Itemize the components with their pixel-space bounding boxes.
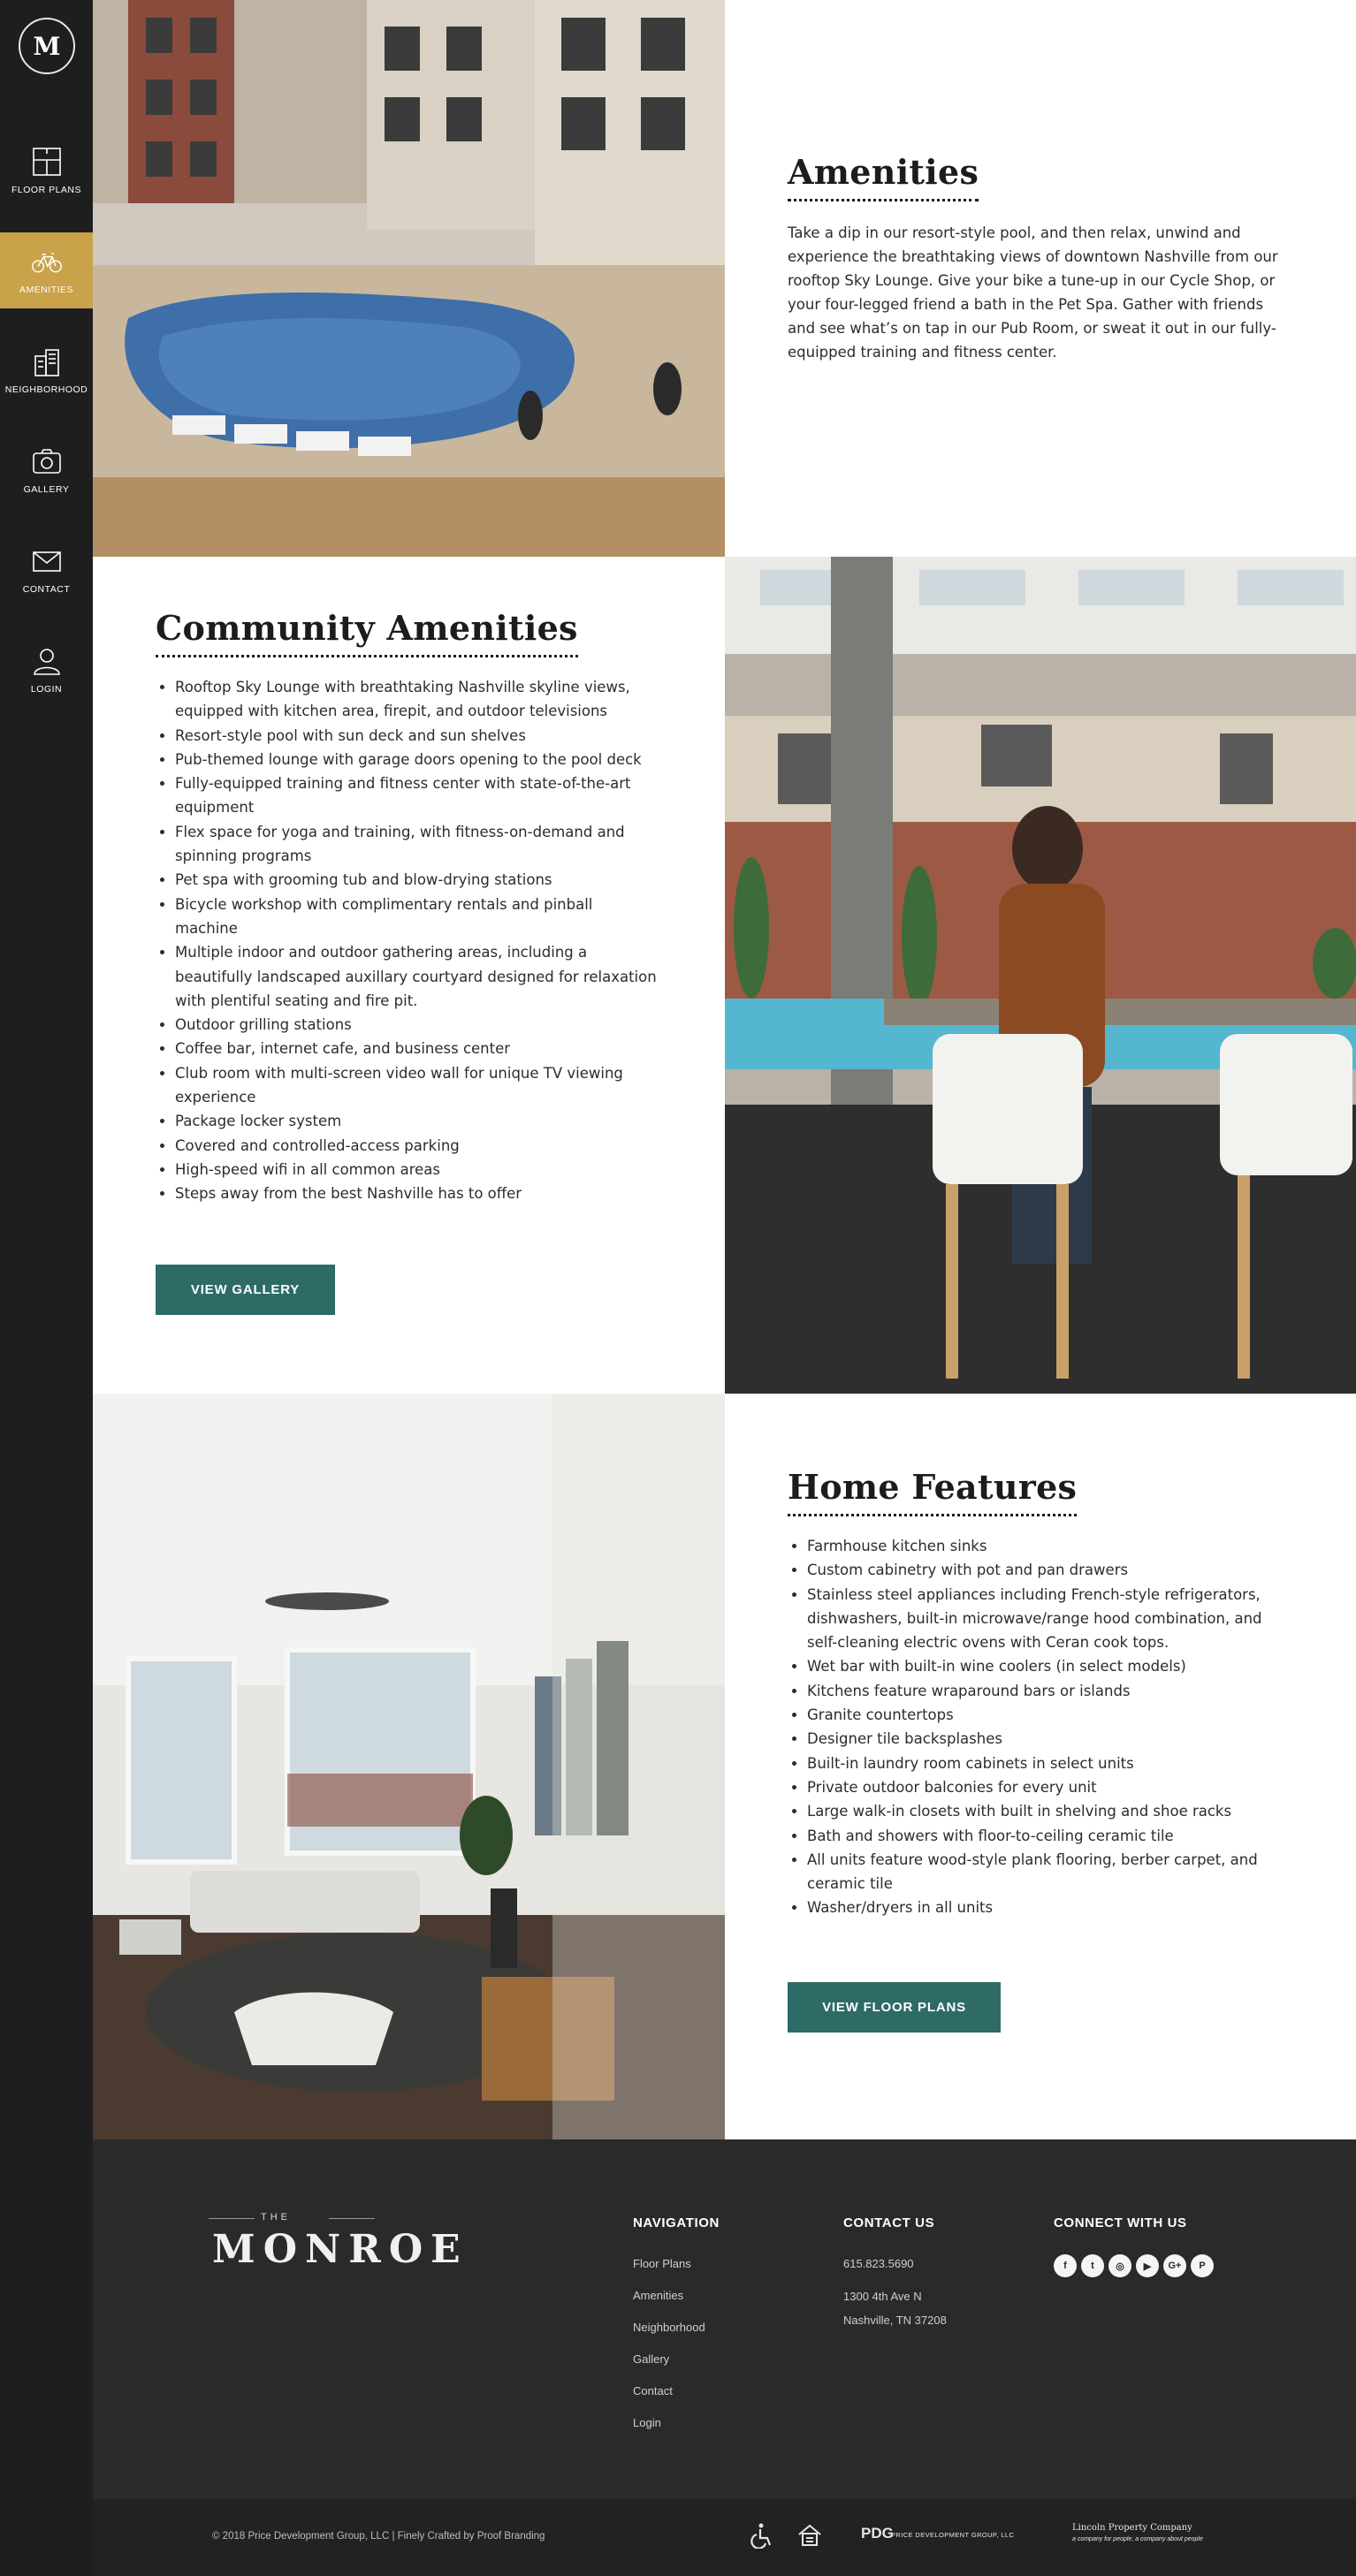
list-item: Granite countertops	[807, 1703, 1283, 1727]
amenities-heading: Amenities	[788, 152, 979, 201]
youtube-icon[interactable]: ▶	[1136, 2254, 1159, 2277]
list-item: Pub-themed lounge with garage doors open…	[175, 748, 659, 771]
navigation-heading: NAVIGATION	[633, 2215, 720, 2230]
list-item: Covered and controlled-access parking	[175, 1134, 659, 1158]
list-item: Washer/dryers in all units	[807, 1896, 1283, 1919]
logo-letter: M	[33, 31, 61, 61]
sidebar-item-label: GALLERY	[23, 484, 70, 495]
sidebar-item-label: NEIGHBORHOOD	[4, 384, 88, 395]
list-item: Wet bar with built-in wine coolers (in s…	[807, 1654, 1283, 1678]
address-line-1: 1300 4th Ave N	[843, 2290, 922, 2303]
brand-divider	[209, 2218, 255, 2219]
community-amenities-list: Rooftop Sky Lounge with breathtaking Nas…	[156, 675, 659, 1206]
list-item: Private outdoor balconies for every unit	[807, 1775, 1283, 1799]
sidebar-item-label: CONTACT	[22, 584, 71, 595]
sidebar-item-gallery[interactable]: GALLERY	[0, 432, 93, 508]
footer-logo[interactable]: MONROE	[212, 2227, 469, 2272]
bicycle-icon	[31, 253, 62, 273]
instagram-icon[interactable]: ◎	[1108, 2254, 1131, 2277]
phone-link[interactable]: 615.823.5690	[843, 2257, 914, 2270]
copyright-text: © 2018 Price Development Group, LLC | Fi…	[212, 2531, 545, 2542]
living-room-photo	[93, 1394, 725, 2139]
buildings-icon	[34, 349, 59, 376]
connect-heading: CONNECT WITH US	[1054, 2215, 1187, 2230]
list-item: Kitchens feature wraparound bars or isla…	[807, 1679, 1283, 1703]
community-amenities-heading: Community Amenities	[156, 608, 578, 657]
view-floor-plans-button[interactable]: VIEW FLOOR PLANS	[788, 1982, 1001, 2033]
accessibility-icon	[750, 2523, 772, 2549]
sidebar-item-label: FLOOR PLANS	[11, 185, 82, 195]
sidebar-item-label: LOGIN	[30, 684, 63, 695]
facebook-icon[interactable]: f	[1054, 2254, 1077, 2277]
list-item: Farmhouse kitchen sinks	[807, 1534, 1283, 1558]
amenities-description: Take a dip in our resort-style pool, and…	[788, 224, 1278, 361]
footer-link-neighborhood[interactable]: Neighborhood	[633, 2321, 705, 2334]
sidebar-item-login[interactable]: LOGIN	[0, 632, 93, 708]
address-line-2: Nashville, TN 37208	[843, 2314, 947, 2327]
pinterest-icon[interactable]: P	[1191, 2254, 1214, 2277]
sidebar-item-contact[interactable]: CONTACT	[0, 532, 93, 608]
community-amenities-section: Community Amenities Rooftop Sky Lounge w…	[156, 608, 659, 1206]
lincoln-tagline: a company for people, a company about pe…	[1072, 2536, 1203, 2542]
list-item: Designer tile backsplashes	[807, 1727, 1283, 1751]
lincoln-logo: Lincoln Property Company	[1072, 2523, 1192, 2533]
list-item: Steps away from the best Nashville has t…	[175, 1182, 659, 1205]
list-item: Large walk-in closets with built in shel…	[807, 1799, 1283, 1823]
envelope-icon	[32, 551, 61, 572]
amenities-section: Amenities Take a dip in our resort-style…	[788, 152, 1283, 364]
list-item: Outdoor grilling stations	[175, 1013, 659, 1037]
pdg-name: PRICE DEVELOPMENT GROUP, LLC	[891, 2531, 1015, 2539]
home-features-section: Home Features Farmhouse kitchen sinks Cu…	[788, 1467, 1283, 1920]
twitter-icon[interactable]: t	[1081, 2254, 1104, 2277]
list-item: Fully-equipped training and fitness cent…	[175, 771, 659, 820]
list-item: Multiple indoor and outdoor gathering ar…	[175, 940, 659, 1013]
lounge-photo	[725, 557, 1356, 1394]
floorplan-icon	[32, 148, 61, 176]
contact-heading: CONTACT US	[843, 2215, 935, 2230]
sidebar-item-amenities[interactable]: AMENITIES	[0, 232, 93, 308]
footer-link-contact[interactable]: Contact	[633, 2384, 673, 2397]
sidebar-item-label: AMENITIES	[19, 285, 74, 295]
google-plus-icon[interactable]: G+	[1163, 2254, 1186, 2277]
list-item: Rooftop Sky Lounge with breathtaking Nas…	[175, 675, 659, 724]
brand-divider	[329, 2218, 375, 2219]
brand-the: THE	[261, 2212, 291, 2223]
sidebar-item-floor-plans[interactable]: FLOOR PLANS	[0, 133, 93, 209]
pool-photo	[93, 0, 725, 557]
list-item: Built-in laundry room cabinets in select…	[807, 1752, 1283, 1775]
list-item: Stainless steel appliances including Fre…	[807, 1583, 1283, 1655]
user-icon	[33, 649, 60, 675]
view-gallery-button[interactable]: VIEW GALLERY	[156, 1265, 335, 1315]
camera-icon	[32, 449, 61, 474]
footer-link-amenities[interactable]: Amenities	[633, 2289, 683, 2302]
list-item: High-speed wifi in all common areas	[175, 1158, 659, 1182]
list-item: Bicycle workshop with complimentary rent…	[175, 893, 659, 941]
home-features-heading: Home Features	[788, 1467, 1078, 1516]
list-item: Pet spa with grooming tub and blow-dryin…	[175, 868, 659, 892]
pdg-logo: PDG	[861, 2525, 894, 2542]
list-item: All units feature wood-style plank floor…	[807, 1848, 1283, 1896]
list-item: Bath and showers with floor-to-ceiling c…	[807, 1824, 1283, 1848]
list-item: Package locker system	[175, 1109, 659, 1133]
equal-housing-icon	[798, 2524, 821, 2546]
list-item: Custom cabinetry with pot and pan drawer…	[807, 1558, 1283, 1582]
footer-link-floor-plans[interactable]: Floor Plans	[633, 2257, 691, 2270]
list-item: Coffee bar, internet cafe, and business …	[175, 1037, 659, 1060]
list-item: Club room with multi-screen video wall f…	[175, 1061, 659, 1110]
home-features-list: Farmhouse kitchen sinks Custom cabinetry…	[788, 1534, 1283, 1920]
sidebar-item-neighborhood[interactable]: NEIGHBORHOOD	[0, 332, 93, 408]
list-item: Flex space for yoga and training, with f…	[175, 820, 659, 869]
footer-link-gallery[interactable]: Gallery	[633, 2352, 669, 2366]
footer-link-login[interactable]: Login	[633, 2416, 661, 2429]
list-item: Resort-style pool with sun deck and sun …	[175, 724, 659, 748]
sidebar: M FLOOR PLANS AMENITIES NEIGHBORHOOD GAL…	[0, 0, 93, 2576]
logo[interactable]: M	[19, 18, 75, 74]
